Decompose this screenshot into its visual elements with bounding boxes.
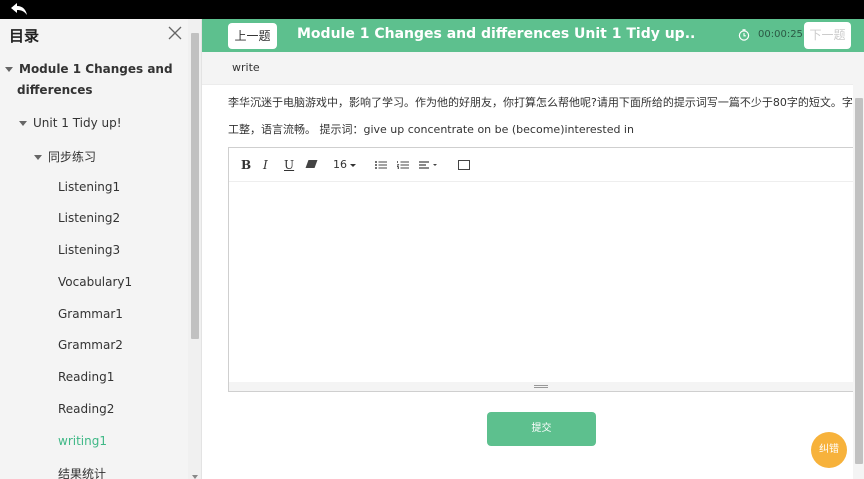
- bullet-list-icon[interactable]: [375, 161, 387, 169]
- expand-icon: [34, 155, 42, 160]
- close-icon[interactable]: [168, 26, 182, 40]
- content-scrollbar-thumb[interactable]: [855, 98, 863, 464]
- tree-item-label: 同步练习: [48, 150, 97, 164]
- tree-item-listening1[interactable]: Listening1: [58, 180, 120, 194]
- tree-item-vocabulary1[interactable]: Vocabulary1: [58, 275, 132, 289]
- answer-editor: B I U 16: [228, 147, 853, 392]
- expand-icon: [19, 121, 27, 126]
- tree-item-listening2[interactable]: Listening2: [58, 211, 120, 225]
- question-type-bar: write: [202, 52, 853, 85]
- question-type: write: [232, 61, 260, 74]
- next-question-button[interactable]: 下一题: [804, 22, 851, 49]
- top-bar: [0, 0, 864, 19]
- underline-button[interactable]: U: [284, 158, 294, 172]
- content-scrollbar[interactable]: [853, 52, 864, 479]
- tree-item-grammar2[interactable]: Grammar2: [58, 338, 123, 352]
- sidebar-scrollbar-thumb[interactable]: [191, 33, 199, 339]
- bold-button[interactable]: B: [241, 158, 251, 172]
- resize-grip-icon: [534, 385, 548, 388]
- chevron-down-icon: [350, 163, 356, 167]
- report-error-button[interactable]: 纠错: [811, 432, 847, 468]
- font-size-select[interactable]: 16: [333, 158, 356, 171]
- sidebar-title: 目录: [9, 27, 40, 45]
- tree-item-label: Module 1 Changes and: [19, 62, 173, 76]
- page-title: Module 1 Changes and differences Unit 1 …: [297, 26, 696, 42]
- insert-image-icon[interactable]: [458, 160, 470, 170]
- timer-icon: [738, 29, 750, 41]
- question-panel: write 李华沉迷于电脑游戏中，影响了学习。作为他的好朋友，你打算怎么帮他呢?…: [202, 52, 853, 479]
- editor-toolbar: B I U 16: [229, 148, 853, 182]
- question-prompt: 李华沉迷于电脑游戏中，影响了学习。作为他的好朋友，你打算怎么帮他呢?请用下面所给…: [228, 96, 853, 109]
- submit-button[interactable]: 提交: [487, 412, 596, 446]
- tree-item-label: Unit 1 Tidy up!: [33, 116, 122, 130]
- sidebar-scrollbar[interactable]: [188, 19, 201, 479]
- header-bar: 上一题 Module 1 Changes and differences Uni…: [202, 19, 864, 52]
- timer-display: 00:00:25: [758, 29, 803, 40]
- tree-item-unit[interactable]: Unit 1 Tidy up!: [19, 116, 122, 130]
- sidebar-header: 目录: [0, 19, 201, 51]
- answer-text-area[interactable]: [229, 182, 853, 382]
- tree-item-results[interactable]: 结果统计: [58, 465, 106, 479]
- tree-item-reading2[interactable]: Reading2: [58, 402, 114, 416]
- expand-icon: [5, 67, 13, 72]
- sidebar: 目录 Module 1 Changes and differences Unit…: [0, 19, 202, 479]
- tree-item-practice[interactable]: 同步练习: [34, 148, 96, 165]
- question-prompt: 工整，语言流畅。 提示词：give up concentrate on be (…: [228, 123, 634, 136]
- tree-item-label: differences: [17, 83, 93, 97]
- italic-button[interactable]: I: [263, 158, 268, 172]
- tree-item-grammar1[interactable]: Grammar1: [58, 307, 123, 321]
- tree-item-module[interactable]: Module 1 Changes and differences: [5, 59, 173, 101]
- prev-question-button[interactable]: 上一题: [228, 23, 277, 49]
- back-icon[interactable]: [10, 2, 28, 16]
- tree-item-listening3[interactable]: Listening3: [58, 243, 120, 257]
- clear-format-icon[interactable]: [305, 160, 318, 168]
- numbered-list-icon[interactable]: [397, 161, 409, 169]
- tree-item-writing1[interactable]: writing1: [58, 434, 107, 448]
- scroll-down-icon[interactable]: [192, 475, 198, 479]
- align-icon[interactable]: [419, 161, 439, 169]
- editor-resize-handle[interactable]: [229, 382, 853, 391]
- tree-item-reading1[interactable]: Reading1: [58, 370, 114, 384]
- font-size-value: 16: [333, 158, 347, 171]
